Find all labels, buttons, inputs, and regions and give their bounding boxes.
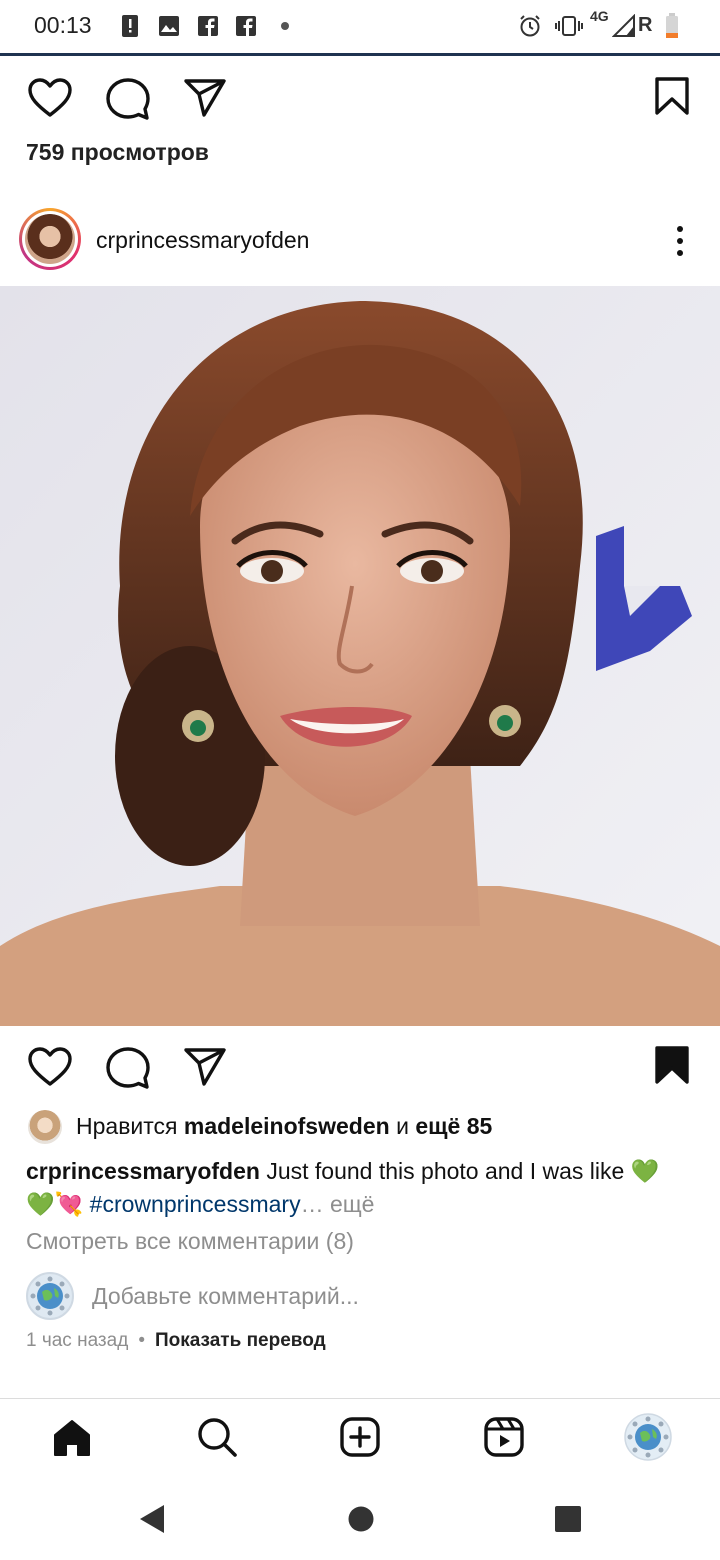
home-circle-icon[interactable]	[347, 1505, 375, 1533]
share-icon[interactable]	[183, 1047, 227, 1087]
more-vertical-icon[interactable]	[674, 224, 686, 258]
gallery-icon	[159, 16, 179, 36]
share-icon[interactable]	[183, 78, 227, 118]
signal-icon	[612, 14, 635, 37]
comment-icon[interactable]	[105, 77, 151, 121]
battery-low-icon	[666, 13, 678, 38]
post-image[interactable]	[0, 286, 720, 1026]
caption-ellipsis: …	[300, 1191, 324, 1217]
author-username[interactable]: crprincessmaryofden	[96, 227, 309, 254]
comment-icon[interactable]	[105, 1046, 151, 1090]
search-icon[interactable]	[196, 1416, 238, 1458]
alarm-icon	[520, 15, 540, 37]
liker-avatar[interactable]	[28, 1110, 62, 1144]
likes-user[interactable]: madeleinofsweden	[184, 1113, 390, 1139]
profile-avatar[interactable]	[624, 1413, 672, 1461]
tab-bar-divider	[0, 1398, 720, 1399]
view-all-comments-link[interactable]: Смотреть все комментарии (8)	[26, 1228, 354, 1255]
add-comment-input[interactable]	[92, 1280, 652, 1312]
heart-icon[interactable]	[27, 77, 73, 119]
heart-icon[interactable]	[27, 1046, 73, 1088]
facebook-icon	[198, 16, 218, 36]
meta-dot: •	[138, 1330, 145, 1351]
home-icon[interactable]	[52, 1418, 92, 1458]
bookmark-icon[interactable]	[654, 76, 690, 116]
post-time: 1 час назад	[26, 1330, 129, 1351]
caption-hashtag[interactable]: #crownprincessmary	[90, 1191, 301, 1217]
show-translation-link[interactable]: Показать перевод	[155, 1330, 326, 1351]
roaming-indicator: R	[638, 14, 653, 36]
caption-text: Just found this photo and I was like 💚	[266, 1158, 660, 1184]
status-time: 00:13	[34, 12, 92, 38]
recents-icon[interactable]	[554, 1505, 582, 1533]
dot-icon	[281, 22, 289, 30]
facebook-icon	[236, 16, 256, 36]
status-bar: 00:13 4G R	[0, 0, 720, 54]
views-count: 759 просмотров	[26, 139, 209, 165]
globe-icon	[30, 1276, 70, 1316]
likes-and: и	[396, 1113, 409, 1139]
likes-summary[interactable]: Нравится madeleinofsweden и ещё 85	[76, 1113, 492, 1140]
reels-icon[interactable]	[484, 1417, 524, 1457]
caption-emojis: 💚💘	[26, 1191, 84, 1217]
post-meta: 1 час назад • Показать перевод	[26, 1330, 326, 1352]
status-divider	[0, 53, 720, 56]
caption-more-link[interactable]: ещё	[330, 1191, 375, 1217]
network-type: 4G	[590, 8, 609, 24]
create-icon[interactable]	[340, 1417, 380, 1457]
likes-prefix: Нравится	[76, 1113, 178, 1139]
bookmark-filled-icon[interactable]	[654, 1045, 690, 1085]
post-caption: crprincessmaryofden Just found this phot…	[26, 1155, 694, 1221]
my-avatar	[26, 1272, 74, 1320]
author-avatar[interactable]	[25, 214, 75, 264]
caption-username[interactable]: crprincessmaryofden	[26, 1158, 260, 1184]
vibrate-icon	[555, 16, 583, 36]
alert-icon	[122, 15, 138, 37]
back-icon[interactable]	[138, 1503, 166, 1535]
likes-more[interactable]: ещё 85	[415, 1113, 492, 1139]
